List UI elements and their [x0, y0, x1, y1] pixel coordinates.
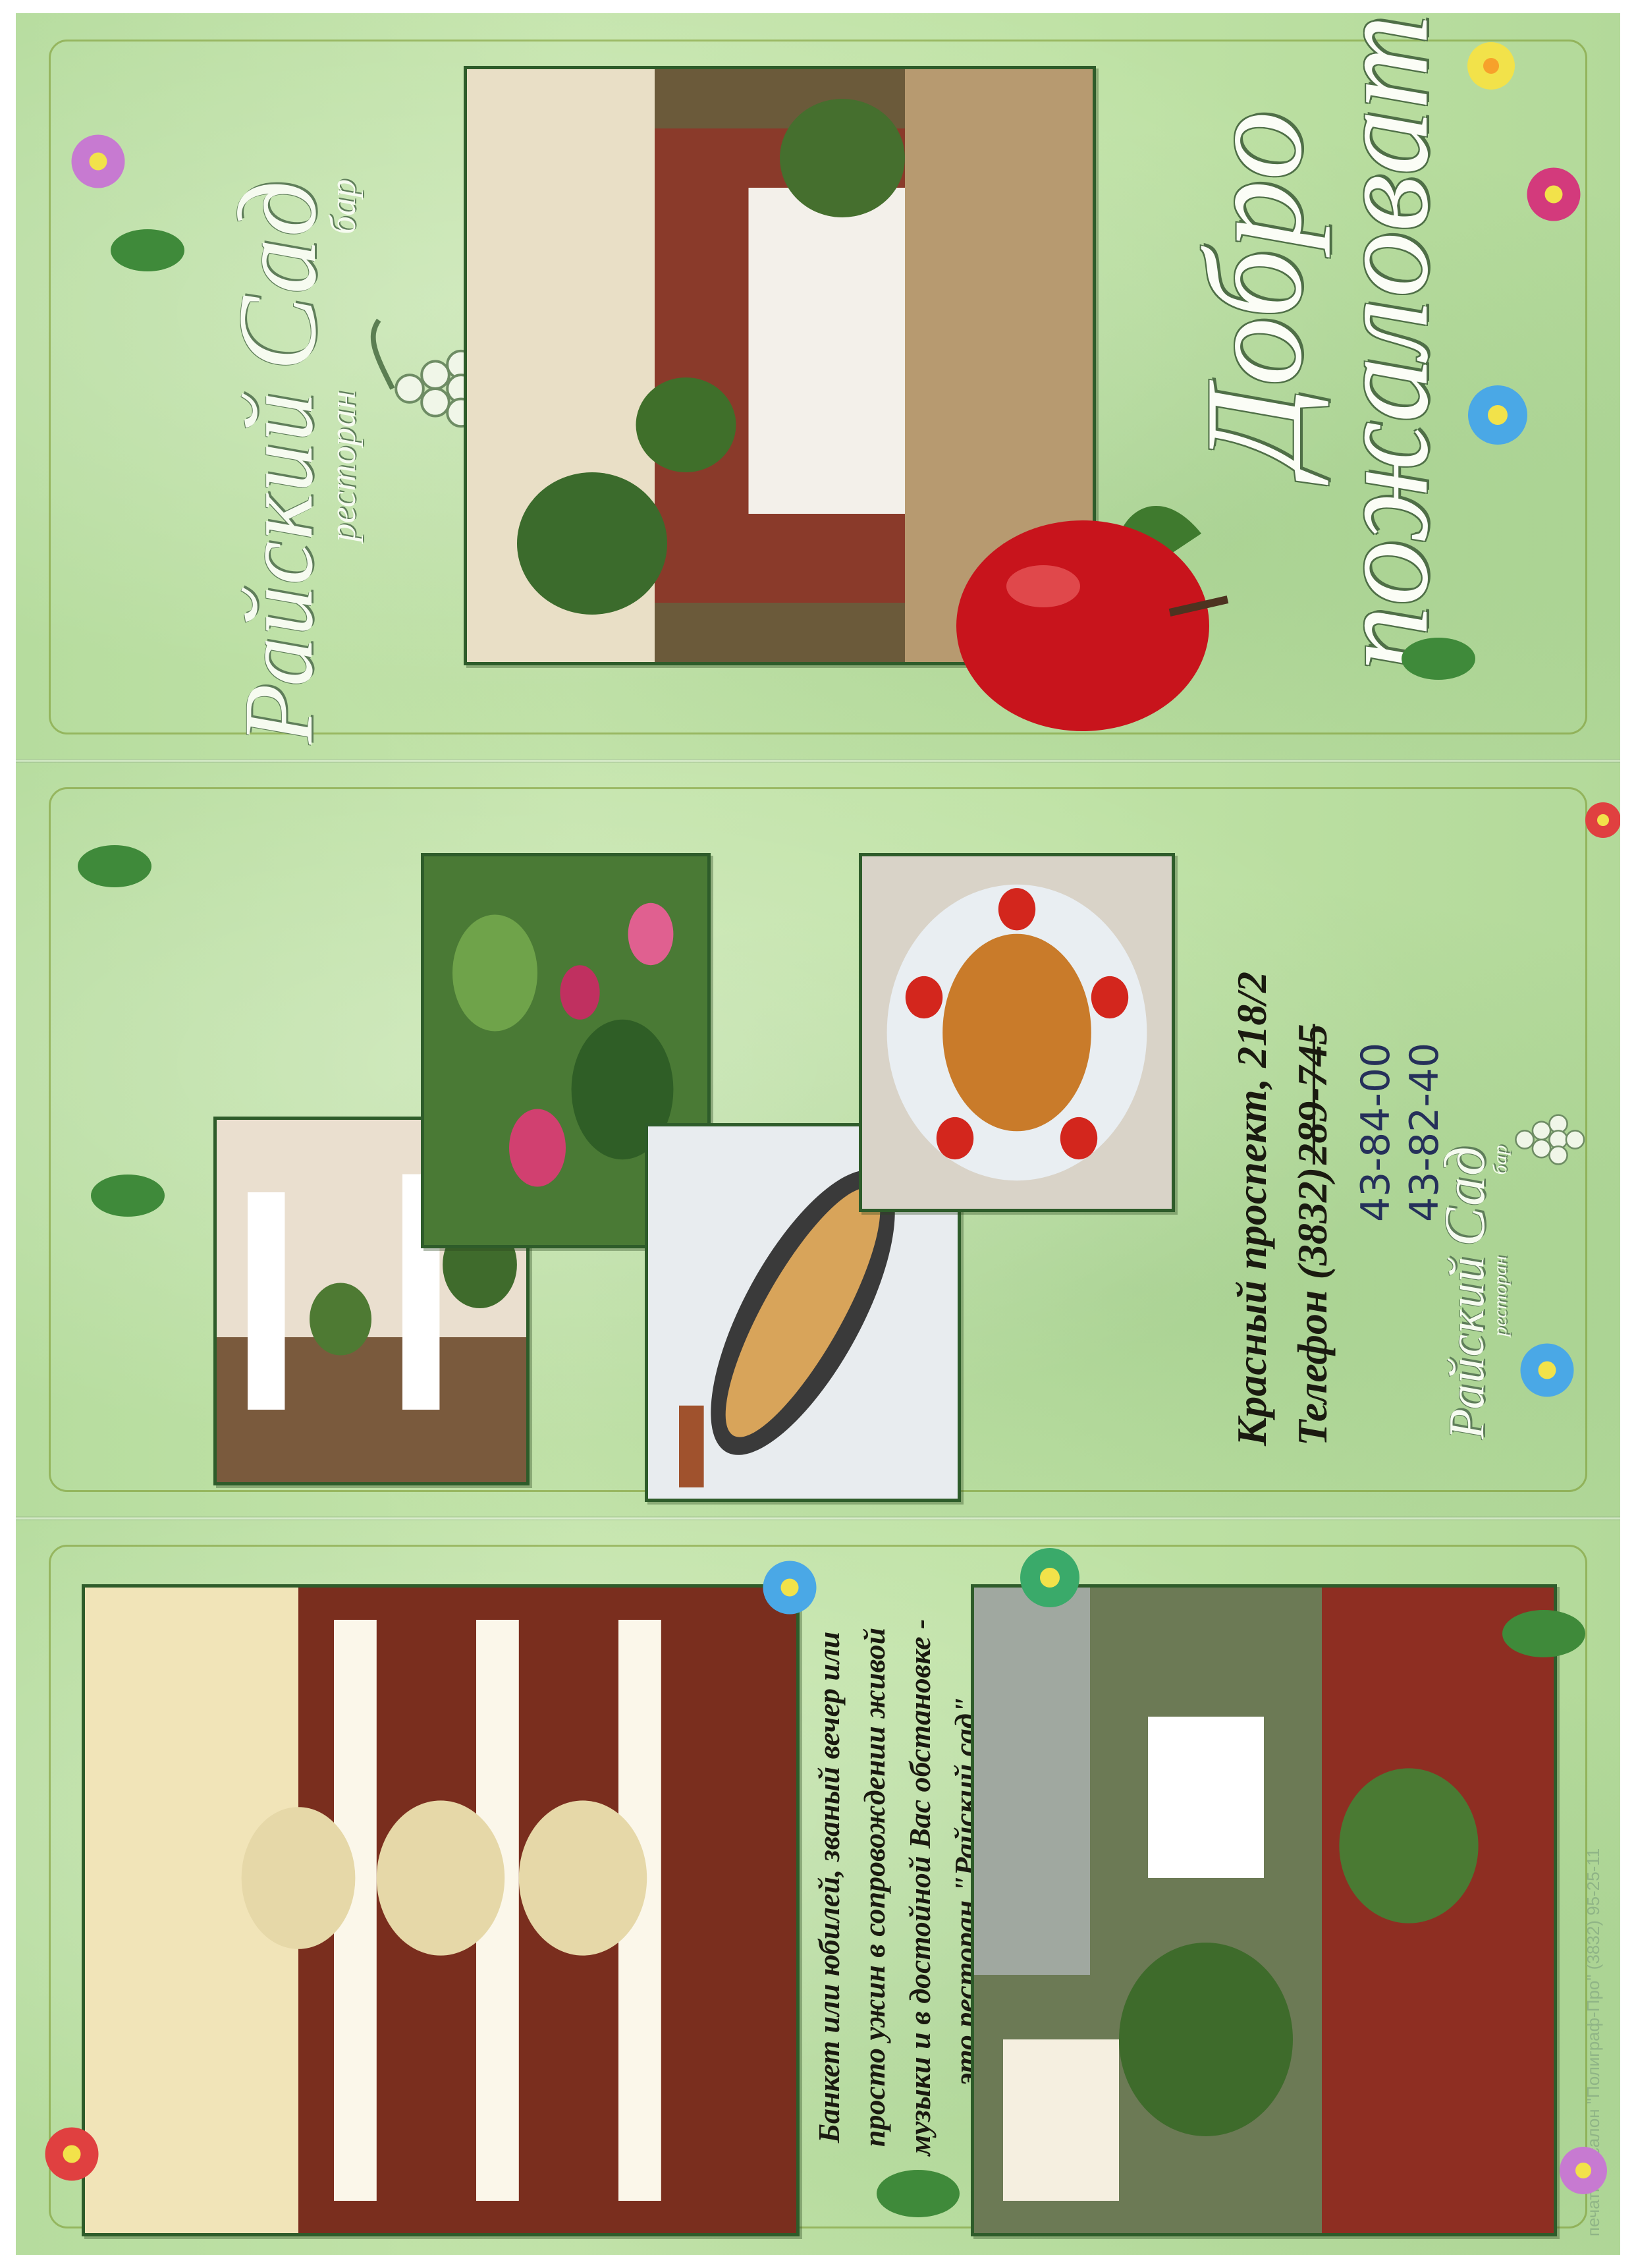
- cover-panel: Райский ресторан Сад бар Добро пожаловат…: [16, 13, 1620, 761]
- greeting-line2: пожаловать!: [1310, 13, 1456, 672]
- flower-icon: [1467, 42, 1515, 90]
- columned-hall-photo: [82, 1584, 800, 2236]
- roast-chicken-dish-photo: [859, 853, 1175, 1212]
- small-logo-name-part2: Сад: [1433, 1145, 1497, 1247]
- flower-icon: [1560, 2147, 1607, 2194]
- flower-icon: [71, 134, 125, 188]
- contacts-panel: Красный проспект, 218/2 Телефон (3832) 2…: [16, 761, 1620, 1518]
- cover-logo: Райский ресторан Сад бар: [213, 179, 364, 744]
- flower-icon: [1020, 1548, 1079, 1607]
- brochure-sheet: Райский ресторан Сад бар Добро пожаловат…: [16, 13, 1620, 2255]
- flower-icon: [45, 2127, 99, 2181]
- leaf-icon: [877, 2170, 960, 2217]
- garden-corner-photo: [971, 1584, 1557, 2236]
- promo-line: музыки и в достойной Вас обстановке -: [903, 1618, 937, 2156]
- leaf-icon: [1502, 1610, 1585, 1657]
- flower-icon: [1520, 1343, 1574, 1397]
- grapes-icon: [1515, 1114, 1585, 1165]
- flower-icon: [1585, 802, 1620, 838]
- leaf-icon: [1402, 638, 1475, 680]
- flower-icon: [1527, 167, 1581, 221]
- leaf-icon: [111, 229, 184, 271]
- phone-old: 289-745: [1289, 1024, 1336, 1165]
- greeting-headline: Добро пожаловать!: [1175, 13, 1458, 672]
- leaf-icon: [91, 1175, 165, 1217]
- flower-icon: [763, 1561, 817, 1615]
- promo-line: Банкет или юбилей, званый вечер или: [812, 1631, 846, 2144]
- phone-label: Телефон (3832): [1289, 1167, 1336, 1446]
- phone-new-1: 43-84-00: [1353, 1042, 1399, 1222]
- logo-name-part1: Райский: [224, 391, 333, 744]
- promo-panel: Банкет или юбилей, званый вечер или прос…: [16, 1518, 1620, 2255]
- small-logo-name-part1: Райский: [1439, 1256, 1494, 1439]
- leaf-icon: [78, 845, 151, 887]
- promo-text: Банкет или юбилей, званый вечер или прос…: [806, 1571, 988, 2203]
- contact-block: Красный проспект, 218/2 Телефон (3832) 2…: [1228, 972, 1337, 1446]
- promo-line: просто ужин в сопровождении живой: [858, 1627, 891, 2147]
- promo-paragraph: Банкет или юбилей, званый вечер или прос…: [806, 1571, 988, 2203]
- flower-icon: [1468, 385, 1527, 445]
- address-text: Красный проспект, 218/2: [1228, 971, 1275, 1446]
